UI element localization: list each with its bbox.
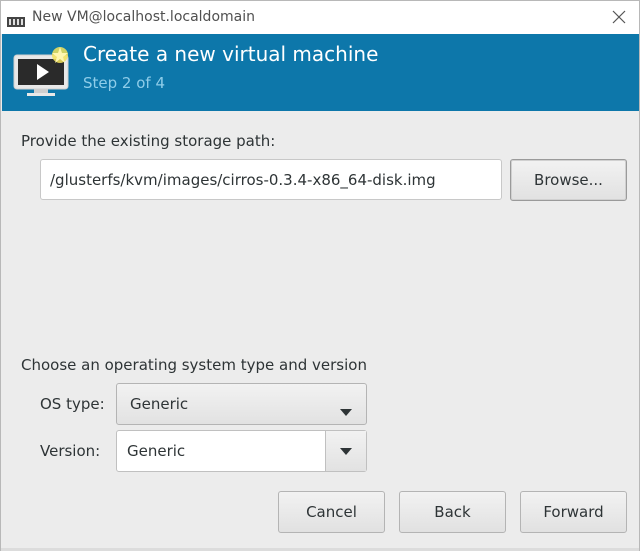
forward-button[interactable]: Forward (520, 491, 627, 533)
step-indicator: Step 2 of 4 (83, 74, 166, 92)
virt-manager-icon (7, 12, 25, 27)
close-icon (612, 9, 626, 28)
os-section-label: Choose an operating system type and vers… (21, 356, 367, 374)
os-type-dropdown[interactable]: Generic (116, 383, 367, 425)
close-button[interactable] (607, 7, 631, 29)
new-vm-icon (12, 43, 70, 101)
title-bar: New VM@localhost.localdomain (1, 1, 639, 34)
page-title: Create a new virtual machine (83, 42, 379, 66)
version-combo-entry (116, 430, 367, 472)
chevron-down-icon (340, 448, 352, 455)
version-input[interactable] (117, 431, 325, 471)
chevron-down-icon (340, 401, 352, 416)
browse-button[interactable]: Browse... (510, 159, 627, 201)
back-button[interactable]: Back (399, 491, 506, 533)
version-label: Version: (40, 442, 101, 460)
new-vm-dialog: New VM@localhost.localdomain Create a ne… (0, 0, 640, 551)
os-type-value: Generic (130, 395, 189, 413)
storage-path-label: Provide the existing storage path: (21, 132, 276, 150)
version-dropdown-button[interactable] (325, 431, 366, 471)
storage-path-input[interactable] (40, 159, 502, 200)
window-title: New VM@localhost.localdomain (32, 9, 255, 25)
os-type-label: OS type: (40, 395, 105, 413)
header-banner: Create a new virtual machine Step 2 of 4 (2, 34, 639, 111)
cancel-button[interactable]: Cancel (278, 491, 385, 533)
